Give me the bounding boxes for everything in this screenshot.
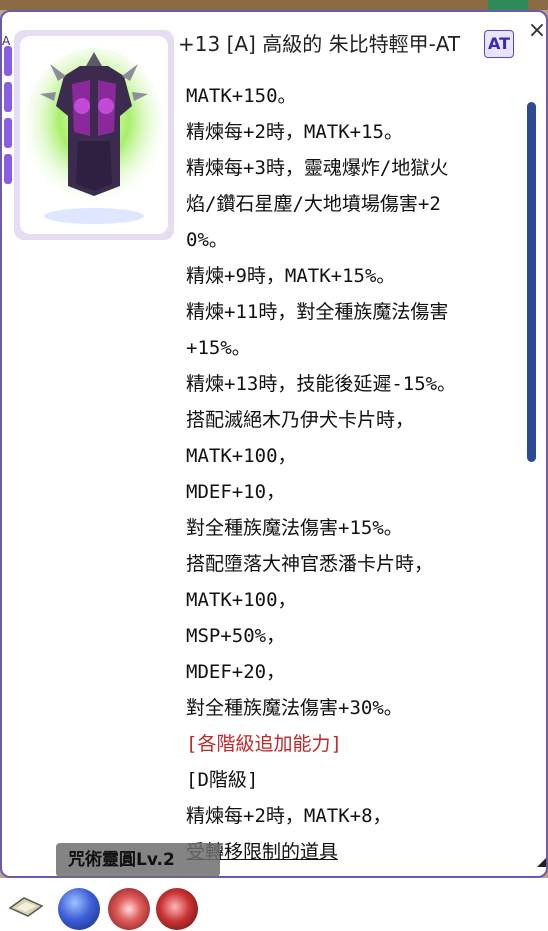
description-line: 搭配滅絕木乃伊犬卡片時， [186,409,415,431]
description-line: 精煉每+2時，MATK+8， [186,805,392,827]
game-background-foliage [488,0,528,10]
description-line: 對全種族魔法傷害+15%。 [186,517,403,539]
description-line: 0%。 [186,229,228,251]
scrollbar-thumb[interactable] [527,102,536,462]
item-image-frame [14,30,174,240]
description-line: 精煉+13時，技能後延遲-15%。 [186,373,457,395]
skill-tooltip: 咒術靈圓Lv.2 [56,843,220,877]
description-line: MATK+150。 [186,85,297,107]
description-line: 搭配墮落大神官悉潘卡片時， [186,553,434,575]
description-line: 精煉每+3時，靈魂爆炸/地獄火 [186,157,449,179]
description-line: MATK+100， [186,445,297,467]
description-line: MATK+100， [186,589,297,611]
left-rail [2,40,14,230]
description-line: 對全種族魔法傷害+30%。 [186,697,403,719]
rail-segment [4,154,12,184]
description-line: [D階級] [186,769,259,791]
item-description: MATK+150。精煉每+2時，MATK+15。精煉每+3時，靈魂爆炸/地獄火焰… [186,78,522,874]
rail-segment [4,118,12,148]
description-line: 焰/鑽石星塵/大地墳場傷害+2 [186,193,441,215]
map-icon[interactable] [8,896,44,918]
hotbar [0,878,548,931]
description-line: 精煉+9時，MATK+15%。 [186,265,396,287]
rail-segment [4,46,12,76]
rail-segment [4,82,12,112]
description-line[interactable]: 受轉移限制的道具 [186,834,522,870]
game-background [0,0,548,10]
item-info-window: A +13 [A] 高級的 朱比特輕甲-AT AT × MATK+150。 精煉… [0,10,548,878]
blue-orb-icon[interactable] [58,888,100,930]
close-icon[interactable]: × [526,20,546,42]
resize-grip-icon[interactable] [537,856,546,867]
description-line: [各階級追加能力] [186,733,342,755]
pink-orb-icon[interactable] [108,888,150,930]
red-orb-icon[interactable] [156,888,198,930]
description-line: MDEF+20， [186,661,286,683]
description-line: MSP+50%， [186,625,286,647]
description-line: +15%。 [186,337,251,359]
item-title: +13 [A] 高級的 朱比特輕甲-AT [178,32,461,56]
description-line: 精煉+11時，對全種族魔法傷害 [186,301,449,323]
armor-icon [20,36,168,234]
description-line: MDEF+10， [186,481,286,503]
description-line: 精煉每+2時，MATK+15。 [186,121,403,143]
sort-button[interactable]: AT [484,30,514,58]
